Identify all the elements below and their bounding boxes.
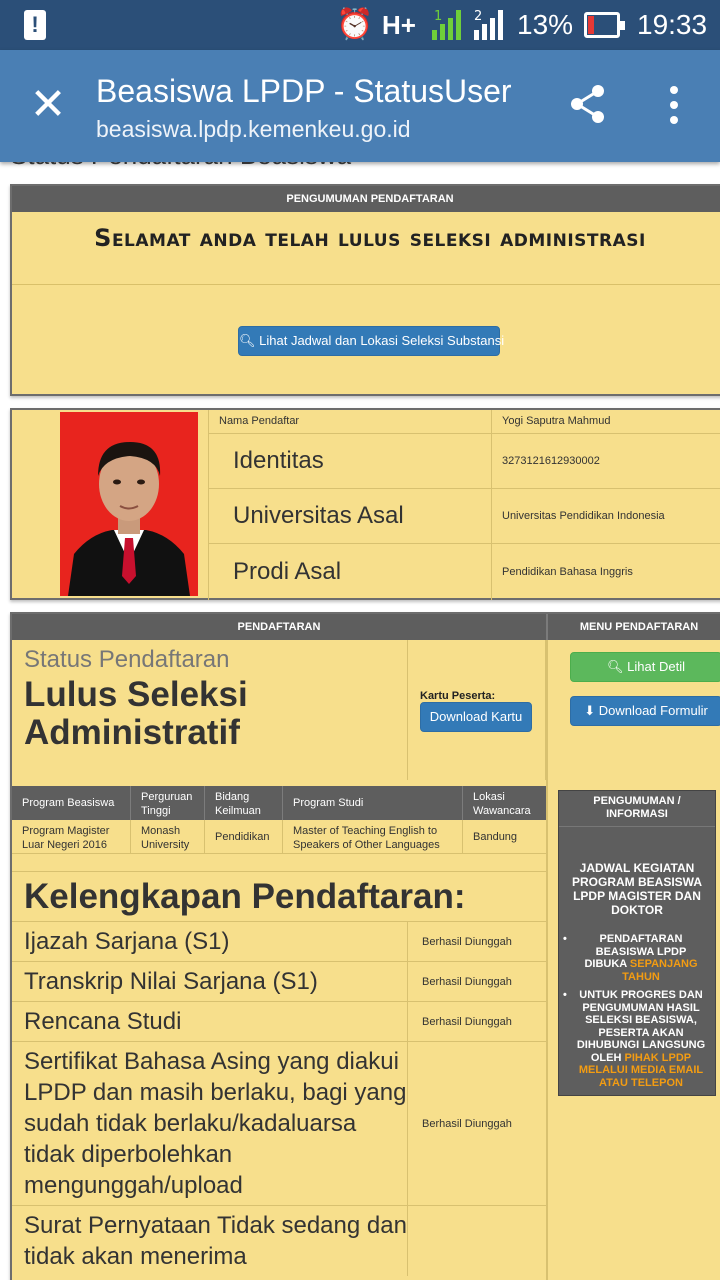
info-item: PENDAFTARAN BEASISWA LPDP DIBUKA SEPANJA… [563,933,707,983]
status-value: Lulus Seleksi Administratif [24,675,248,752]
profile-value: Yogi Saputra Mahmud [502,415,611,427]
warning-icon: ! [24,10,46,40]
share-icon[interactable] [566,82,610,126]
info-list: PENDAFTARAN BEASISWA LPDP DIBUKA SEPANJA… [559,933,715,1089]
profile-panel: Nama Pendaftar Yogi Saputra Mahmud Ident… [10,408,720,600]
document-row: Transkrip Nilai Sarjana (S1) Berhasil Di… [12,962,546,1002]
participant-card-label: Kartu Peserta: [420,690,496,702]
view-detail-button[interactable]: 🔍︎ Lihat Detil [570,652,720,682]
document-name: Sertifikat Bahasa Asing yang diakui LPDP… [12,1042,408,1205]
svg-text:2: 2 [474,9,482,24]
profile-row: Identitas 3273121612930002 [208,434,720,489]
signal-sim1-icon: 1 [432,9,461,40]
status-label: Status Pendaftaran [24,646,230,673]
view-schedule-button[interactable]: 🔍︎ Lihat Jadwal dan Lokasi Seleksi Subst… [238,326,504,356]
profile-row: Universitas Asal Universitas Pendidikan … [208,489,720,544]
profile-row: Nama Pendaftar Yogi Saputra Mahmud [208,410,720,434]
completeness-title: Kelengkapan Pendaftaran: [12,872,546,922]
section-heading: Status Pendaftaran Beasiswa [10,162,351,171]
document-name: Ijazah Sarjana (S1) [12,922,408,961]
participant-card-box: Kartu Peserta: Download Kartu [410,640,546,780]
registration-menu: 🔍︎ Lihat Detil ⬇ Download Formulir PENGU… [546,640,720,1280]
download-icon: ⬇ [584,703,596,718]
document-name: Surat Pernyataan Tidak sedang dan tidak … [12,1206,408,1276]
info-item: UNTUK PROGRES DAN PENGUMUMAN HASIL SELEK… [563,989,707,1089]
download-form-button[interactable]: ⬇ Download Formulir [570,696,720,726]
profile-label: Universitas Asal [208,489,492,543]
column-header: Bidang Keilmuan [204,786,282,820]
info-header: PENGUMUMAN / INFORMASI [559,791,715,827]
document-row: Rencana Studi Berhasil Diunggah [12,1002,546,1042]
profile-value: Universitas Pendidikan Indonesia [502,510,665,522]
menu-header: MENU PENDAFTARAN [546,614,720,640]
document-status: Berhasil Diunggah [422,935,512,948]
table-cell: Monash University [130,820,204,853]
document-row: Ijazah Sarjana (S1) Berhasil Diunggah [12,922,546,962]
document-row: Sertifikat Bahasa Asing yang diakui LPDP… [12,1042,546,1206]
profile-row: Prodi Asal Pendidikan Bahasa Inggris [208,544,720,600]
page-content: Status Pendaftaran Beasiswa PENGUMUMAN P… [0,162,720,1280]
status-box: Status Pendaftaran Lulus Seleksi Adminis… [12,640,408,780]
profile-label: Identitas [208,434,492,488]
applicant-photo [60,412,198,596]
document-status: Berhasil Diunggah [422,1117,512,1130]
table-spacer [12,854,546,872]
column-header: Program Beasiswa [22,797,115,809]
table-cell: Pendidikan [204,820,282,853]
completeness-section: Kelengkapan Pendaftaran: Ijazah Sarjana … [12,872,546,1276]
document-status: Berhasil Diunggah [422,975,512,988]
battery-percent: 13% [517,9,574,40]
registration-header: PENDAFTARAN [12,614,546,640]
table-cell: Master of Teaching English to Speakers o… [282,820,462,853]
document-row: Surat Pernyataan Tidak sedang dan tidak … [12,1206,546,1276]
divider [12,284,720,285]
profile-label: Prodi Asal [208,544,492,600]
profile-label: Nama Pendaftar [208,410,492,433]
column-header: Lokasi Wawancara [462,786,546,820]
more-menu-icon[interactable] [664,86,684,126]
program-table: Program Beasiswa Perguruan Tinggi Bidang… [12,786,546,872]
profile-table: Nama Pendaftar Yogi Saputra Mahmud Ident… [208,410,720,600]
network-type: H+ [382,10,416,40]
close-icon[interactable]: ✕ [26,80,70,130]
document-name: Rencana Studi [12,1002,408,1041]
page-title: Beasiswa LPDP - StatusUser [96,73,512,109]
document-name: Transkrip Nilai Sarjana (S1) [12,962,408,1001]
svg-text:1: 1 [434,9,442,24]
search-icon: 🔍︎ [607,659,624,674]
info-box: PENGUMUMAN / INFORMASI JADWAL KEGIATAN P… [558,790,716,1096]
alarm-icon: ⏰ [336,8,374,41]
browser-app-bar: ✕ Beasiswa LPDP - StatusUser beasiswa.lp… [0,50,720,162]
registration-panel: PENDAFTARAN MENU PENDAFTARAN Status Pend… [10,612,720,1280]
battery-icon [584,12,625,38]
table-row: Program Magister Luar Negeri 2016 Monash… [12,820,546,854]
profile-value: 3273121612930002 [502,455,600,467]
column-header: Program Studi [282,786,462,820]
table-cell: Program Magister Luar Negeri 2016 [22,825,110,851]
program-table-header: Program Beasiswa Perguruan Tinggi Bidang… [12,786,546,820]
status-bar: ! ⏰ H+ 1 2 13% 19:33 [0,0,720,50]
download-card-button[interactable]: Download Kartu [420,702,532,732]
table-cell: Bandung [462,820,546,853]
page-url[interactable]: beasiswa.lpdp.kemenkeu.go.id [96,114,411,144]
announcement-header: PENGUMUMAN PENDAFTARAN [12,186,720,212]
signal-sim2-icon: 2 [474,9,503,40]
info-title: JADWAL KEGIATAN PROGRAM BEASISWA LPDP MA… [571,861,702,917]
document-status: Berhasil Diunggah [422,1015,512,1028]
announcement-title: Selamat anda telah lulus seleksi adminis… [94,224,646,252]
profile-value: Pendidikan Bahasa Inggris [502,566,633,578]
search-icon: 🔍︎ [239,333,256,348]
announcement-panel: PENGUMUMAN PENDAFTARAN Selamat anda tela… [10,184,720,396]
clock: 19:33 [637,9,708,40]
column-header: Perguruan Tinggi [130,786,204,820]
